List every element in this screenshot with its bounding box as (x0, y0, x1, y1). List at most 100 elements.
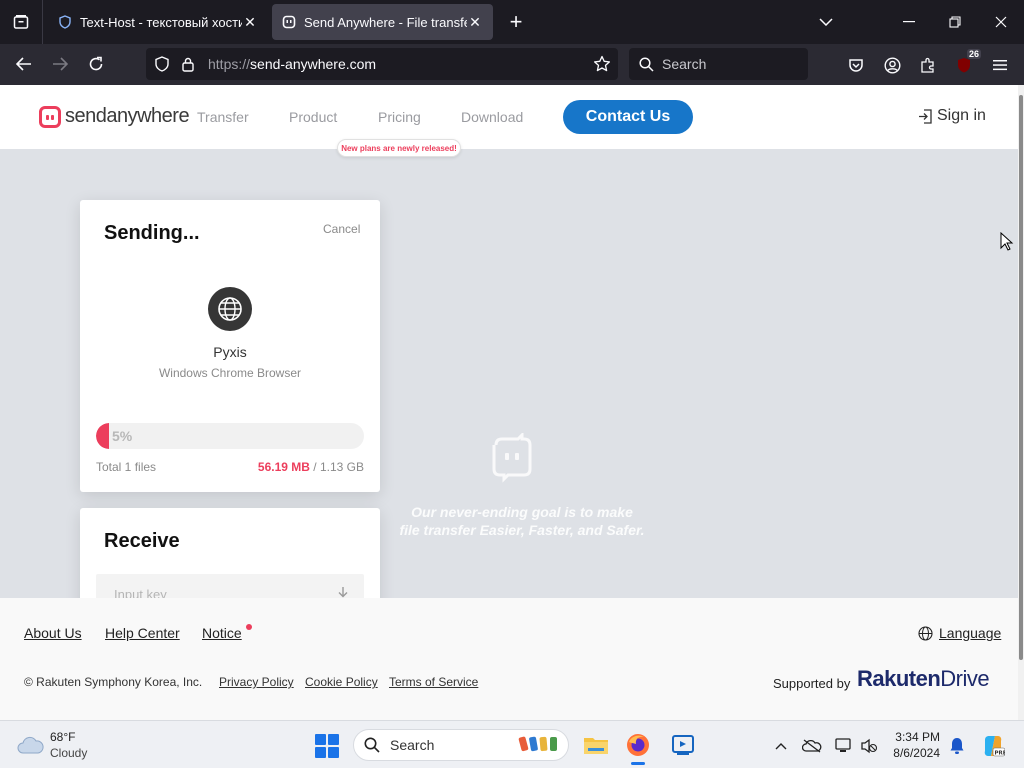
cloud-icon (17, 736, 44, 754)
close-window-icon[interactable] (978, 0, 1024, 44)
progress-percent: 5% (112, 428, 133, 444)
site-footer: About Us Help Center Notice Language © R… (0, 598, 1018, 720)
logo-text: sendanywhere (65, 105, 190, 127)
weather-widget[interactable]: 68°F Cloudy (16, 729, 87, 761)
language-label: Language (939, 625, 1002, 641)
send-anywhere-logo-icon (39, 105, 61, 128)
hero-send-anywhere-icon (492, 433, 532, 483)
firefox-taskbar-icon[interactable] (622, 729, 654, 765)
web-page: sendanywhere Transfer Product Pricing Do… (0, 85, 1018, 720)
nav-download[interactable]: Download (461, 109, 523, 125)
reload-icon[interactable] (82, 50, 110, 78)
progress-bar: 5% (96, 423, 364, 449)
nav-product[interactable]: Product (289, 109, 337, 125)
tab-separator (42, 0, 43, 44)
network-icon[interactable] (833, 735, 855, 757)
cookie-policy-link[interactable]: Cookie Policy (305, 675, 378, 689)
mouse-cursor-icon (1000, 232, 1014, 251)
extensions-icon[interactable] (915, 52, 941, 78)
contact-us-button[interactable]: Contact Us (563, 100, 693, 134)
file-explorer-icon[interactable] (580, 729, 612, 761)
extension-badge: 26 (966, 49, 981, 59)
list-all-tabs-icon[interactable] (803, 0, 849, 44)
copyright: © Rakuten Symphony Korea, Inc. (24, 675, 203, 689)
tab-send-anywhere[interactable]: Send Anywhere - File transfer ✕ (272, 4, 493, 40)
browser-search-input[interactable]: Search (629, 48, 808, 80)
privacy-policy-link[interactable]: Privacy Policy (219, 675, 294, 689)
close-tab-icon[interactable]: ✕ (242, 14, 258, 31)
close-tab-icon[interactable]: ✕ (467, 14, 483, 31)
search-icon (639, 56, 654, 72)
windows-logo-pane (328, 734, 339, 745)
notification-bell-icon[interactable] (946, 735, 968, 757)
start-button[interactable] (315, 734, 339, 758)
menu-icon[interactable] (987, 52, 1013, 78)
send-anywhere-logo[interactable]: sendanywhere (39, 105, 190, 128)
supported-by-label: Supported by (773, 676, 851, 691)
new-tab-icon[interactable]: + (502, 8, 530, 36)
nav-pricing[interactable]: Pricing (378, 109, 421, 125)
site-header: sendanywhere Transfer Product Pricing Do… (0, 85, 1018, 157)
language-selector[interactable]: Language (918, 625, 1001, 641)
sign-in-label: Sign in (937, 107, 986, 124)
url-bar[interactable]: https://send-anywhere.com (146, 48, 618, 80)
send-anywhere-favicon-icon (282, 15, 296, 29)
restore-icon[interactable] (932, 0, 978, 44)
rakuten-word: Rakuten (857, 666, 941, 691)
forward-icon[interactable] (46, 50, 74, 78)
copilot-icon[interactable]: PRE (980, 735, 1006, 757)
tab-title: Text-Host - текстовый хостинг (80, 14, 242, 30)
back-icon[interactable] (10, 50, 38, 78)
total-files: Total 1 files (96, 460, 157, 474)
help-center-link[interactable]: Help Center (105, 625, 180, 641)
volume-muted-icon[interactable] (858, 735, 880, 757)
sending-title: Sending... (104, 222, 200, 244)
search-placeholder: Search (662, 56, 707, 72)
svg-text:PRE: PRE (995, 750, 1006, 756)
onedrive-icon[interactable] (801, 735, 823, 757)
rakuten-drive-logo[interactable]: RakutenDrive (857, 666, 990, 692)
nav-transfer[interactable]: Transfer (197, 109, 249, 125)
browser-navbar: https://send-anywhere.com Search 26 (0, 44, 1024, 85)
device-description: Windows Chrome Browser (158, 366, 302, 380)
sign-in-icon (918, 108, 932, 124)
sign-in-link[interactable]: Sign in (918, 107, 986, 125)
sending-card: Sending... Cancel Pyxis Windows Chrome B… (80, 200, 380, 492)
system-clock[interactable]: 3:34 PM 8/6/2024 (886, 729, 940, 761)
browser-tabbar: Text-Host - текстовый хостинг ✕ Send Any… (0, 0, 1024, 44)
ublock-extension-icon[interactable]: 26 (951, 49, 981, 78)
globe-icon (918, 625, 933, 641)
remote-app-icon[interactable] (667, 729, 699, 761)
windows-logo-pane (315, 734, 326, 745)
sent-size: 56.19 MB (257, 460, 310, 474)
show-hidden-icons-chevron-up-icon[interactable] (770, 735, 792, 757)
page-scrollbar[interactable] (1018, 85, 1024, 720)
lock-icon[interactable] (178, 54, 198, 74)
terms-of-service-link[interactable]: Terms of Service (389, 675, 478, 689)
globe-icon (208, 287, 252, 331)
tracking-protection-icon[interactable] (152, 54, 172, 74)
tab-list-icon[interactable] (0, 0, 42, 44)
account-icon[interactable] (879, 52, 905, 78)
drive-word: Drive (940, 666, 990, 691)
shield-favicon-icon (58, 15, 72, 29)
new-plans-badge[interactable]: New plans are newly released! (337, 139, 461, 157)
transfer-size: 56.19 MB / 1.13 GB (258, 460, 364, 474)
total-size: 1.13 GB (319, 460, 364, 474)
scrollbar-thumb[interactable] (1019, 95, 1023, 660)
taskbar-search-label: Search (390, 737, 435, 753)
clock-time: 3:34 PM (895, 730, 940, 744)
notice-link[interactable]: Notice (202, 625, 242, 641)
about-us-link[interactable]: About Us (24, 625, 82, 641)
tab-title: Send Anywhere - File transfer (304, 14, 467, 30)
bookmark-star-icon[interactable] (592, 54, 612, 74)
size-separator: / (309, 460, 320, 474)
pocket-icon[interactable] (843, 52, 869, 78)
taskbar-search[interactable]: Search (353, 729, 569, 761)
cancel-button[interactable]: Cancel (323, 222, 360, 236)
tab-text-host[interactable]: Text-Host - текстовый хостинг ✕ (48, 4, 268, 40)
weather-temp: 68°F (50, 730, 76, 744)
windows-taskbar: 68°F Cloudy Search 3:34 PM 8/6/2024 PRE (0, 720, 1024, 768)
progress-fill (96, 423, 110, 449)
minimize-icon[interactable] (886, 0, 932, 44)
